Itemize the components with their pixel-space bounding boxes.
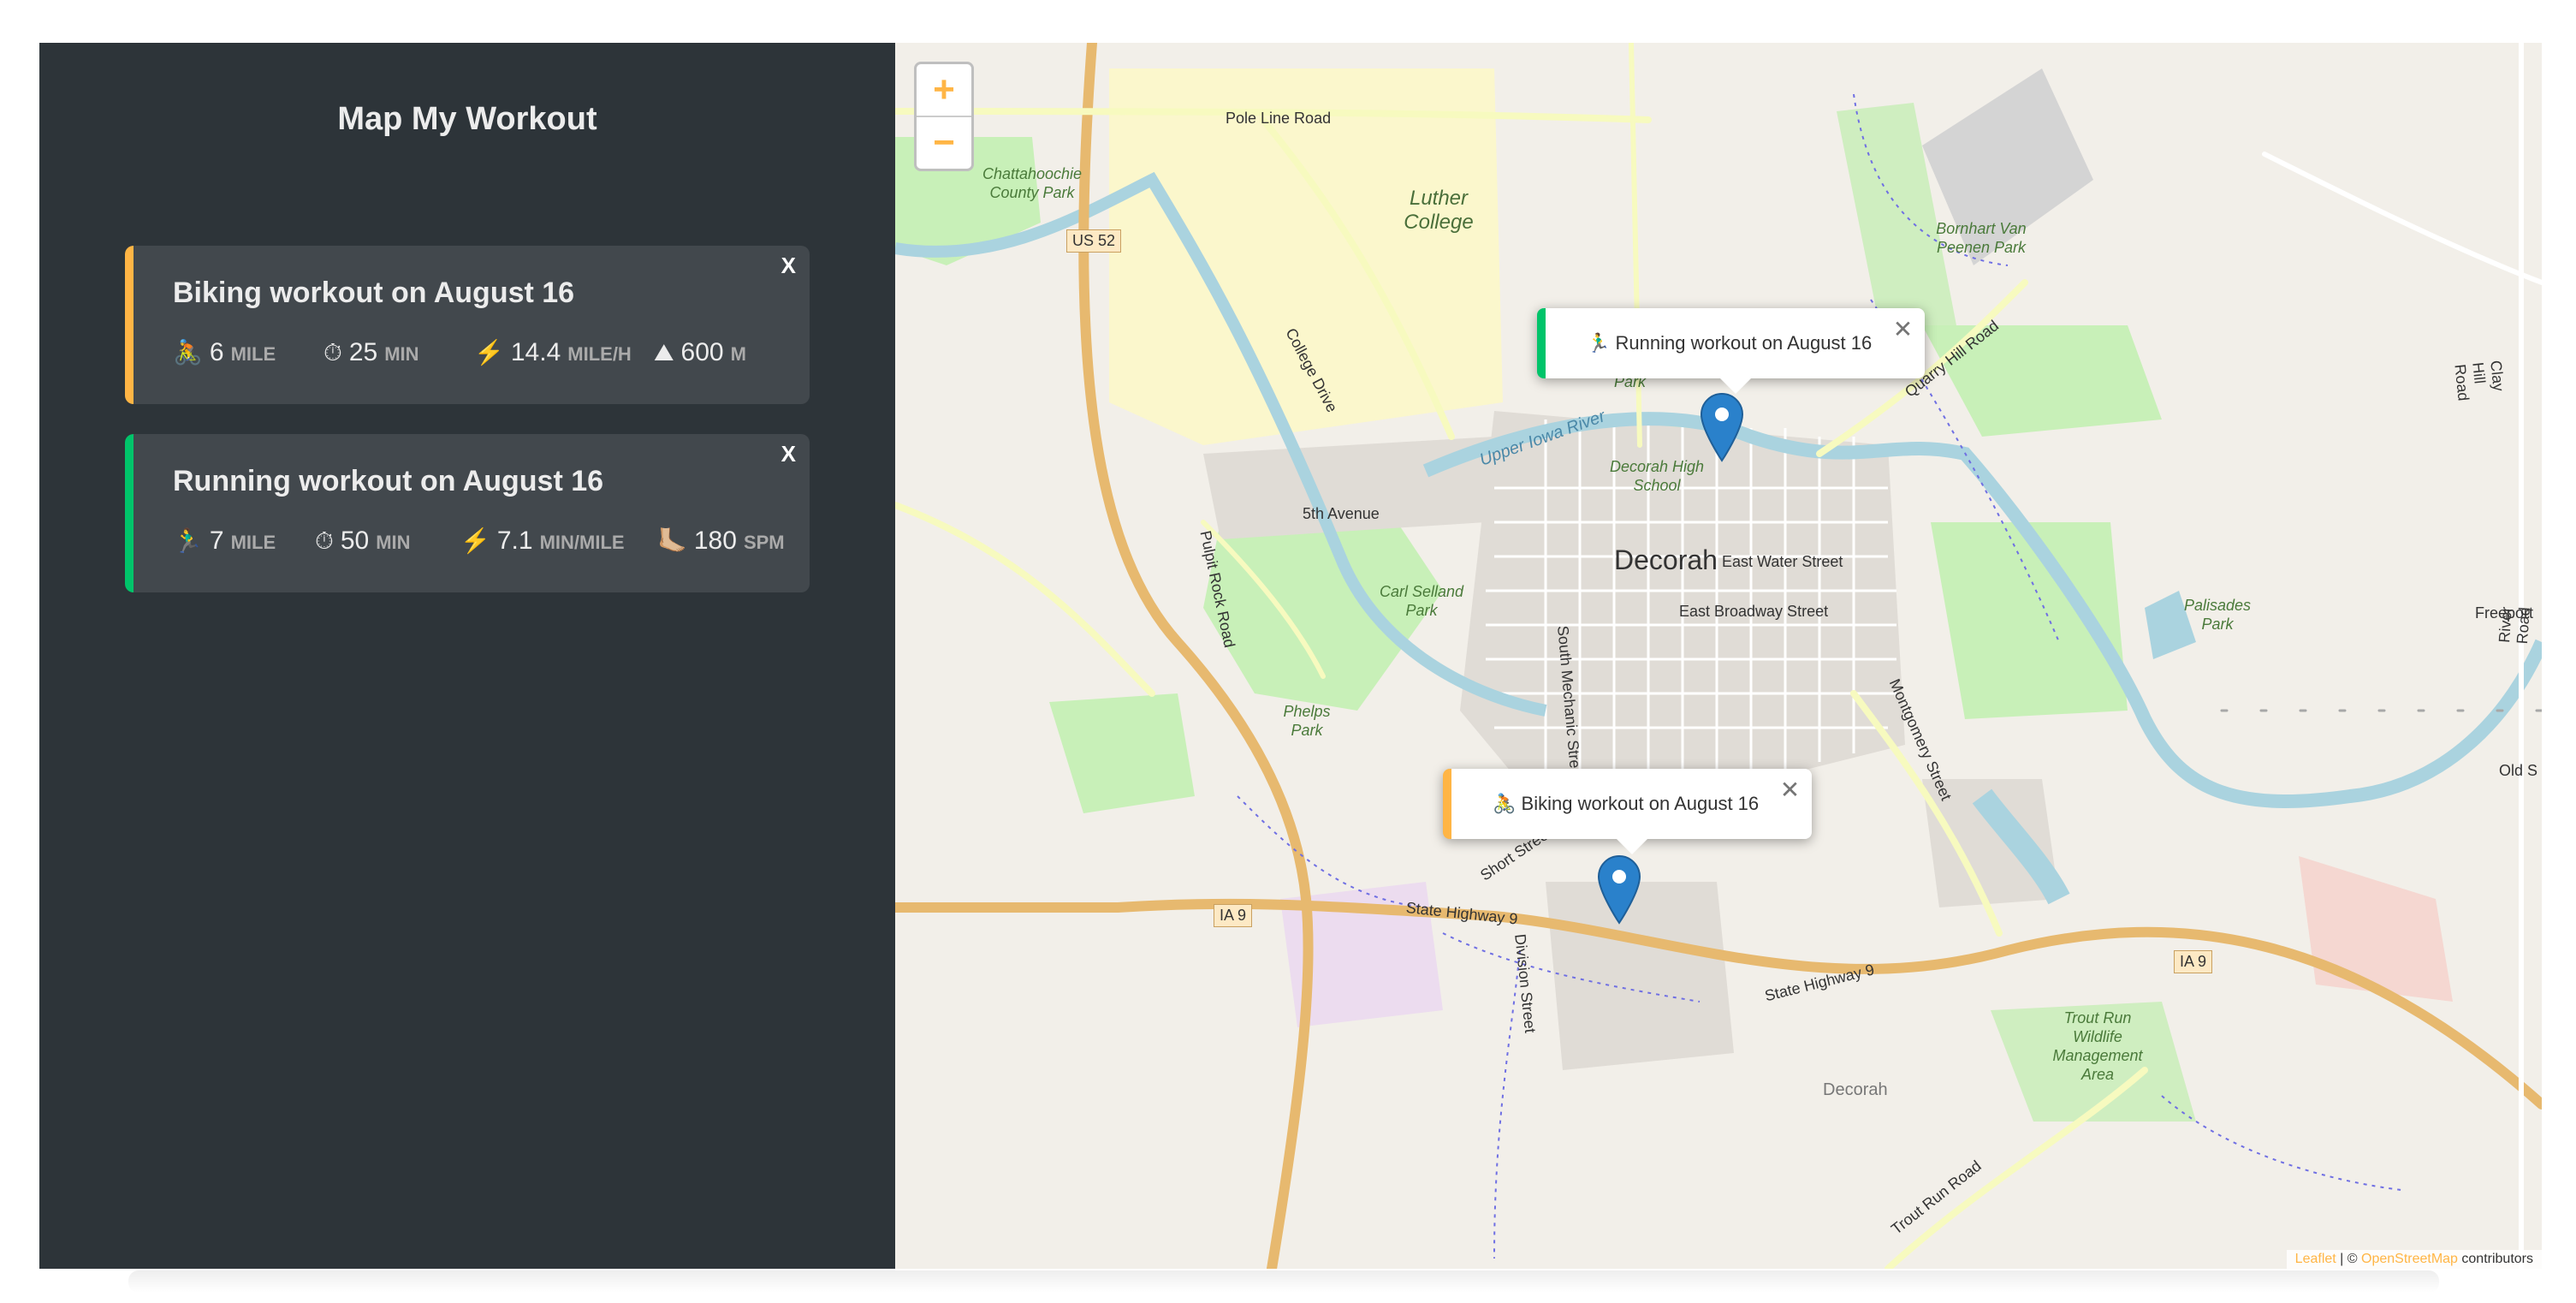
running-icon: 🏃‍♂️ bbox=[173, 527, 203, 554]
map-label-ia9-right: IA 9 bbox=[2174, 950, 2213, 973]
popup-close-button[interactable]: ✕ bbox=[1893, 315, 1913, 343]
workout-title: Running workout on August 16 bbox=[173, 465, 604, 497]
speed-detail: ⚡️ 14.4 mile/h bbox=[474, 338, 654, 367]
map-label-phelps: Phelps Park bbox=[1283, 703, 1331, 739]
elevation-unit: m bbox=[730, 343, 746, 365]
pace-value: 7.1 bbox=[496, 527, 533, 555]
foot-icon: 🦶🏼 bbox=[657, 527, 687, 554]
lightning-icon: ⚡️ bbox=[460, 527, 490, 554]
popup-tip bbox=[1719, 378, 1751, 394]
map-label-trout-run-wma: Trout Run Wildlife Management Area bbox=[2052, 1009, 2143, 1083]
map-label-chattahoochie-park: Chattahoochie County Park bbox=[982, 165, 1083, 201]
map-label-palisades: Palisades Park bbox=[2183, 597, 2252, 633]
map-marker-running[interactable] bbox=[1700, 392, 1744, 462]
popup-biking-text: Biking workout on August 16 bbox=[1521, 793, 1760, 814]
popup-running[interactable]: 🏃‍♂️ Running workout on August 16 ✕ bbox=[1537, 308, 1926, 394]
app-container: Map My Workout Biking workout on August … bbox=[39, 43, 2542, 1269]
workout-title: Biking workout on August 16 bbox=[173, 277, 575, 309]
workout-details: 🚴 6 mile ⏱ 25 min ⚡️ 14.4 mile/h ⛰ 600 bbox=[173, 338, 746, 367]
stopwatch-icon: ⏱ bbox=[323, 339, 342, 366]
duration-unit: min bbox=[384, 343, 419, 365]
duration-detail: ⏱ 25 min bbox=[323, 338, 474, 367]
workout-card-biking[interactable]: Biking workout on August 16 X 🚴 6 mile ⏱… bbox=[125, 246, 810, 404]
map-label-us52: US 52 bbox=[1066, 229, 1122, 253]
map-label-city: Decorah bbox=[1614, 544, 1718, 575]
elevation-value: 600 bbox=[680, 338, 724, 366]
popup-running-content: 🏃‍♂️ Running workout on August 16 bbox=[1546, 332, 1925, 354]
map-marker-biking[interactable] bbox=[1597, 854, 1641, 925]
cadence-detail: 🦶🏼 180 spm bbox=[657, 527, 785, 556]
map-label-old-s: Old S bbox=[2499, 762, 2538, 779]
map-label-luther-college: Luther College bbox=[1404, 187, 1474, 234]
map-label-clay-hill: Clay Hill Road bbox=[2451, 360, 2508, 402]
speed-value: 14.4 bbox=[510, 338, 561, 366]
distance-value: 7 bbox=[209, 527, 224, 555]
duration-value: 25 bbox=[348, 338, 378, 366]
attribution-separator: | © bbox=[2336, 1252, 2361, 1266]
map-label-east-broadway: East Broadway Street bbox=[1679, 603, 1829, 620]
running-icon: 🏃‍♂️ bbox=[1587, 332, 1611, 354]
delete-workout-button[interactable]: X bbox=[776, 249, 801, 283]
map-attribution: Leaflet | © OpenStreetMap contributors bbox=[2286, 1250, 2542, 1269]
popup-biking-content: 🚴 Biking workout on August 16 bbox=[1451, 793, 1812, 815]
map-label-river-road: River Road bbox=[2496, 606, 2533, 645]
duration-unit: min bbox=[376, 532, 411, 553]
zoom-in-button[interactable]: + bbox=[917, 64, 971, 116]
map-label-decorah-twp: Decorah bbox=[1823, 1080, 1888, 1099]
distance-detail: 🏃‍♂️ 7 mile bbox=[173, 527, 315, 556]
page-footer-shadow bbox=[128, 1270, 2439, 1293]
duration-value: 50 bbox=[340, 527, 370, 555]
elevation-detail: ⛰ 600 m bbox=[654, 338, 746, 367]
stopwatch-icon: ⏱ bbox=[315, 527, 334, 554]
workout-card-running[interactable]: Running workout on August 16 X 🏃‍♂️ 7 mi… bbox=[125, 434, 810, 592]
cadence-value: 180 bbox=[693, 527, 737, 555]
distance-unit: mile bbox=[230, 343, 276, 365]
distance-value: 6 bbox=[209, 338, 224, 366]
biking-icon: 🚴 bbox=[1493, 793, 1517, 814]
attribution-contributors: contributors bbox=[2457, 1252, 2533, 1266]
map-label-carl-selland: Carl Selland Park bbox=[1379, 583, 1464, 619]
cadence-unit: spm bbox=[743, 532, 785, 553]
map-label-decorah-hs: Decorah High School bbox=[1609, 458, 1705, 494]
distance-unit: mile bbox=[230, 532, 276, 553]
workout-details: 🏃‍♂️ 7 mile ⏱ 50 min ⚡️ 7.1 min/mile 🦶🏼 … bbox=[173, 527, 785, 556]
map-label-pole-line: Pole Line Road bbox=[1226, 110, 1332, 127]
popup-close-button[interactable]: ✕ bbox=[1780, 776, 1800, 804]
speed-unit: mile/h bbox=[567, 343, 632, 365]
page-title: Map My Workout bbox=[337, 101, 597, 137]
sidebar: Map My Workout Biking workout on August … bbox=[39, 43, 895, 1269]
map-label-5th-avenue: 5th Avenue bbox=[1303, 505, 1380, 522]
map-label-ia9-left: IA 9 bbox=[1214, 904, 1253, 927]
delete-workout-button[interactable]: X bbox=[776, 437, 801, 471]
map-label-bornhart: Bornhart Van Peenen Park bbox=[1936, 220, 2027, 256]
zoom-control: + − bbox=[914, 62, 974, 171]
popup-biking[interactable]: 🚴 Biking workout on August 16 ✕ bbox=[1443, 769, 1813, 854]
biking-icon: 🚴 bbox=[173, 339, 203, 366]
pace-unit: min/mile bbox=[539, 532, 625, 553]
map[interactable]: Decorah Luther College Chattahoochie Cou… bbox=[895, 43, 2542, 1269]
leaflet-link[interactable]: Leaflet bbox=[2295, 1252, 2336, 1266]
zoom-out-button[interactable]: − bbox=[917, 116, 971, 169]
distance-detail: 🚴 6 mile bbox=[173, 338, 323, 367]
map-tiles[interactable] bbox=[895, 43, 2542, 1269]
osm-link[interactable]: OpenStreetMap bbox=[2361, 1252, 2458, 1266]
popup-tip bbox=[1616, 839, 1647, 854]
mountain-icon: ⛰ bbox=[654, 339, 674, 366]
duration-detail: ⏱ 50 min bbox=[315, 527, 460, 556]
map-label-east-water: East Water Street bbox=[1722, 553, 1843, 570]
pace-detail: ⚡️ 7.1 min/mile bbox=[460, 527, 657, 556]
lightning-icon: ⚡️ bbox=[474, 339, 504, 366]
popup-running-text: Running workout on August 16 bbox=[1615, 332, 1873, 354]
